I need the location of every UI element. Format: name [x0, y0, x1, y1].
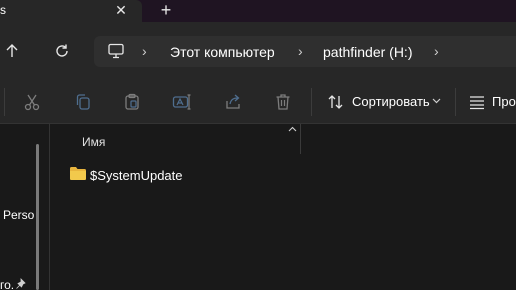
view-button-icon-wrap[interactable]: [466, 91, 488, 113]
address-row: › Этот компьютер › pathfinder (H:) ›: [0, 22, 516, 80]
breadcrumb-drive[interactable]: pathfinder (H:): [323, 44, 412, 60]
rename-icon: [172, 94, 191, 110]
pane-divider[interactable]: [49, 124, 50, 290]
nav-scrollbar[interactable]: [36, 144, 39, 290]
breadcrumb-chevron-icon[interactable]: ›: [142, 43, 147, 59]
delete-icon: [276, 94, 290, 110]
view-icon: [470, 96, 484, 110]
nav-item-pinned[interactable]: го.: [0, 278, 14, 290]
paste-icon: [125, 93, 139, 110]
breadcrumb-chevron-icon[interactable]: ›: [298, 43, 303, 59]
nav-item-personal[interactable]: Perso: [3, 208, 34, 222]
sort-icon: [328, 95, 343, 109]
cut-icon: [24, 94, 40, 111]
column-divider[interactable]: [300, 124, 301, 154]
view-button[interactable]: Про: [492, 94, 516, 109]
breadcrumb-this-pc[interactable]: Этот компьютер: [170, 44, 275, 60]
column-header-name[interactable]: Имя: [82, 135, 105, 149]
address-bar[interactable]: › Этот компьютер › pathfinder (H:) ›: [94, 36, 516, 67]
breadcrumb-chevron-icon[interactable]: ›: [434, 43, 439, 59]
sort-button[interactable]: Сортировать: [352, 94, 430, 109]
tab-current[interactable]: s ✕: [0, 0, 142, 22]
share-icon: [226, 94, 240, 109]
tab-label: s: [0, 3, 6, 17]
this-pc-icon: [108, 43, 124, 59]
list-item[interactable]: $SystemUpdate: [60, 164, 320, 186]
content-area: Perso го. Имя $SystemUpdate: [0, 124, 516, 290]
refresh-button[interactable]: [52, 41, 72, 61]
new-tab-button[interactable]: +: [157, 0, 175, 20]
rename-button[interactable]: [171, 91, 193, 113]
close-tab-icon[interactable]: ✕: [113, 1, 129, 19]
delete-button[interactable]: [272, 91, 294, 113]
file-name: $SystemUpdate: [90, 168, 183, 183]
toolbar-separator: [4, 88, 5, 116]
chevron-down-icon[interactable]: [432, 98, 441, 104]
pin-icon[interactable]: [15, 278, 27, 290]
share-button[interactable]: [222, 91, 244, 113]
refresh-icon: [56, 44, 68, 57]
cut-button[interactable]: [21, 91, 43, 113]
folder-icon: [70, 167, 86, 180]
command-bar: Сортировать Про: [0, 80, 516, 124]
up-arrow-icon: [6, 44, 18, 57]
navigation-pane: Perso го.: [0, 124, 44, 290]
toolbar-separator: [455, 88, 456, 116]
sort-ascending-icon: [288, 126, 297, 132]
copy-button[interactable]: [72, 91, 94, 113]
title-bar: s ✕ +: [0, 0, 516, 22]
toolbar-separator: [311, 88, 312, 116]
sort-button-icon-wrap[interactable]: [325, 91, 347, 113]
copy-icon: [76, 94, 90, 110]
up-button[interactable]: [2, 41, 22, 61]
paste-button[interactable]: [121, 91, 143, 113]
